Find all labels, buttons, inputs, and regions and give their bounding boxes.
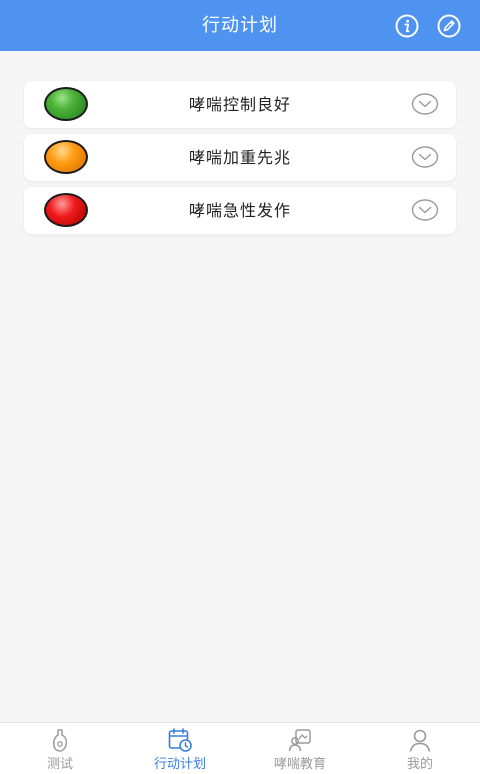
calendar-clock-icon — [168, 728, 192, 752]
chevron-down-icon[interactable] — [411, 198, 439, 222]
tab-label: 哮喘教育 — [273, 757, 326, 772]
chevron-down-icon[interactable] — [411, 92, 439, 116]
plan-item-label: 哮喘加重先兆 — [188, 148, 291, 167]
tab-label: 测试 — [46, 757, 73, 772]
plan-item-controlled[interactable]: 哮喘控制良好 — [24, 81, 456, 128]
education-icon — [288, 729, 311, 752]
chevron-down-icon[interactable] — [411, 145, 439, 169]
header-bar: 行动计划 — [0, 0, 480, 51]
plan-item-warning[interactable]: 哮喘加重先兆 — [24, 134, 456, 181]
plan-item-label: 哮喘控制良好 — [188, 95, 291, 114]
tab-test[interactable]: 测试 — [0, 723, 120, 774]
tab-action-plan[interactable]: 行动计划 — [120, 723, 240, 774]
info-icon[interactable] — [395, 14, 419, 38]
tab-mine[interactable]: 我的 — [360, 723, 480, 774]
plan-item-attack[interactable]: 哮喘急性发作 — [24, 187, 456, 234]
tab-label: 行动计划 — [153, 757, 206, 772]
action-plan-list: 哮喘控制良好 哮喘加重先兆 哮喘急性发作 — [24, 81, 456, 240]
tab-education[interactable]: 哮喘教育 — [240, 723, 360, 774]
bottom-tab-bar: 测试 行动计划 哮喘教育 我的 — [0, 722, 480, 774]
plan-item-label: 哮喘急性发作 — [188, 201, 291, 220]
pencil-icon[interactable] — [437, 14, 461, 38]
tab-label: 我的 — [406, 757, 433, 772]
peak-flow-meter-icon — [53, 729, 68, 752]
person-icon — [409, 729, 431, 752]
